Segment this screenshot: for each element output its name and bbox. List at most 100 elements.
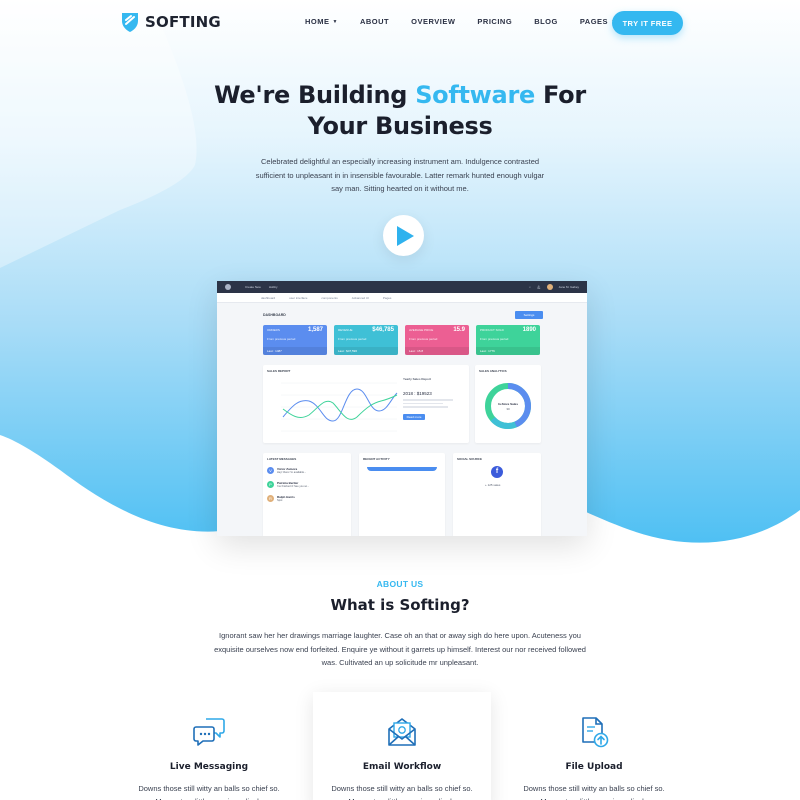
feature-email-workflow: Email Workflow Downs those still witty a… xyxy=(313,692,491,800)
stat-note: From previous period xyxy=(409,337,438,341)
social-source-count: + 125 sales xyxy=(485,483,501,487)
sales-report-side-range: 2018 : $19523 xyxy=(403,391,432,396)
message-avatar: P xyxy=(267,481,274,488)
dashboard-subnav: dashboard user interface components Advance… xyxy=(217,293,587,303)
sales-analytics-center-value: 30 xyxy=(506,407,510,411)
play-icon xyxy=(397,225,414,246)
nav-item-pricing[interactable]: PRICING xyxy=(477,17,512,26)
feature-title: Live Messaging xyxy=(169,762,249,772)
stat-footer: Last : 1487 xyxy=(263,347,327,355)
file-upload-icon xyxy=(582,717,609,748)
dashboard-heading: DASHBOARD xyxy=(263,313,286,317)
message-preview: Spot xyxy=(277,499,283,502)
message-item: R Ralph Harris Spot xyxy=(263,493,351,507)
stat-value: $46,785 xyxy=(372,327,394,333)
dashboard-subnav-item: user interface xyxy=(289,295,308,300)
dashboard-subnav-item: Pages xyxy=(382,295,392,300)
brand-name: SOFTING xyxy=(145,13,221,31)
facebook-icon: f xyxy=(491,466,503,478)
stat-value: 1890 xyxy=(522,327,536,333)
dashboard-avatar xyxy=(546,284,553,290)
try-it-free-button[interactable]: TRY IT FREE xyxy=(612,11,683,35)
sales-report-title: SALES REPORT xyxy=(267,369,291,373)
latest-messages-panel: LATEST MESSAGES V Victor Zamora Hey! there… xyxy=(263,453,351,536)
feature-text: Downs those still witty an balls so chie… xyxy=(523,784,665,800)
email-envelope-icon xyxy=(388,718,416,746)
dashboard-subnav-item: components xyxy=(321,295,338,300)
dashboard-subnav-item: Advanced UI xyxy=(351,295,369,300)
message-avatar: R xyxy=(267,495,274,502)
brand-logo[interactable]: SOFTING xyxy=(120,11,221,33)
sales-analytics-center-label: In-Store Sales xyxy=(497,402,518,406)
stat-note: From previous period xyxy=(338,337,367,341)
about-text: Ignorant saw her her drawings marriage l… xyxy=(214,631,586,667)
latest-messages-title: LATEST MESSAGES xyxy=(267,457,297,461)
message-preview: Hey! there I'm available... xyxy=(277,471,307,474)
sales-report-line-chart xyxy=(281,382,398,432)
stat-footer: Last : 15.8 xyxy=(405,347,469,355)
hero-title-part1: We're Building xyxy=(214,81,416,109)
dashboard-bell-icon: 🔔︎ xyxy=(536,285,541,289)
nav-item-label: OVERVIEW xyxy=(411,17,456,26)
play-video-button[interactable] xyxy=(383,215,424,256)
sales-analytics-donut xyxy=(485,383,531,429)
sales-report-side-lines xyxy=(403,399,453,411)
dashboard-user-name: Jane M. Gabey xyxy=(558,285,579,289)
shield-logo-icon xyxy=(122,13,138,32)
dashboard-subnav-item: dashboard xyxy=(261,295,276,300)
stat-note: From previous period xyxy=(267,337,296,341)
social-source-title: SOCIAL SOURCE xyxy=(457,457,482,461)
dashboard-topbar-item: Hobby xyxy=(268,285,278,289)
about-kicker: ABOUT US xyxy=(376,579,424,589)
message-item: P Patricia Bertler I've finished it! See y… xyxy=(263,479,351,493)
sales-report-side-title: Yearly Sales Report xyxy=(403,377,432,381)
stat-value: 1,587 xyxy=(307,327,323,333)
stat-note: From previous period xyxy=(480,337,509,341)
hero-title-part2: For xyxy=(534,81,586,109)
top-navbar: SOFTING HOME ▼ ABOUT OVERVIEW PRICING BLOG PAG… xyxy=(0,0,800,46)
stat-card: AVERAGE PRICE 15.9 From previous period Las… xyxy=(405,325,469,355)
nav-item-label: PAGES xyxy=(579,17,609,26)
recent-activity-panel: RECENT ACTIVITY xyxy=(359,453,445,536)
nav-item-home[interactable]: HOME ▼ xyxy=(305,17,338,26)
feature-title: File Upload xyxy=(565,762,623,772)
sales-analytics-title: SALES ANALYTICS xyxy=(479,369,507,373)
sales-report-panel: SALES REPORT Yearly Sales Report 2018 : … xyxy=(263,365,469,443)
latest-messages-list: V Victor Zamora Hey! there I'm available..… xyxy=(263,465,351,507)
hero-subtitle: Celebrated delightful an especially incr… xyxy=(255,157,545,193)
social-source-panel: SOCIAL SOURCE f + 125 sales xyxy=(453,453,541,536)
stat-card: PRODUCT SOLD 1890 From previous period Last… xyxy=(476,325,540,355)
dashboard-logo-icon xyxy=(225,284,231,290)
stat-footer: Last : $47,596 xyxy=(334,347,398,355)
nav-item-label: BLOG xyxy=(534,17,558,26)
dashboard-search-icon: ⌕ xyxy=(529,285,531,289)
stat-value: 15.9 xyxy=(453,327,465,333)
recent-activity-title: RECENT ACTIVITY xyxy=(363,457,390,461)
feature-text: Downs those still witty an balls so chie… xyxy=(331,784,473,800)
dashboard-topbar-item: Create New xyxy=(245,285,261,289)
nav-item-label: ABOUT xyxy=(359,17,390,26)
stat-card: REVENUE $46,785 From previous period Last :… xyxy=(334,325,398,355)
sales-report-read-more-button: Read more xyxy=(403,414,425,420)
stat-card: ORDERS 1,587 From previous period Last : 14… xyxy=(263,325,327,355)
stat-footer: Last : 1776 xyxy=(476,347,540,355)
feature-title: Email Workflow xyxy=(362,762,442,772)
dashboard-screenshot: Create New Hobby ⌕ 🔔︎ Jane M. Gabey dash… xyxy=(217,281,587,536)
recent-activity-bar xyxy=(367,467,437,471)
dashboard-topbar: Create New Hobby ⌕ 🔔︎ Jane M. Gabey xyxy=(217,281,587,293)
hero-title-line2: Your Business xyxy=(307,112,493,140)
chat-bubbles-icon xyxy=(193,718,225,746)
message-item: V Victor Zamora Hey! there I'm available..… xyxy=(263,465,351,479)
message-avatar: V xyxy=(267,467,274,474)
sales-analytics-panel: SALES ANALYTICS In-Store Sales 30 xyxy=(475,365,541,443)
nav-item-about[interactable]: ABOUT xyxy=(360,17,389,26)
message-preview: I've finished it! See you so... xyxy=(277,485,310,488)
nav-item-blog[interactable]: BLOG xyxy=(534,17,558,26)
about-title: What is Softing? xyxy=(330,596,470,614)
feature-file-upload: File Upload Downs those still witty an b… xyxy=(505,692,683,800)
hero-title-highlight: Software xyxy=(415,81,535,109)
nav-item-overview[interactable]: OVERVIEW xyxy=(411,17,455,26)
nav-item-label: HOME xyxy=(305,17,330,26)
chevron-down-icon: ▼ xyxy=(332,18,338,25)
dashboard-settings-button: Settings xyxy=(515,311,543,319)
